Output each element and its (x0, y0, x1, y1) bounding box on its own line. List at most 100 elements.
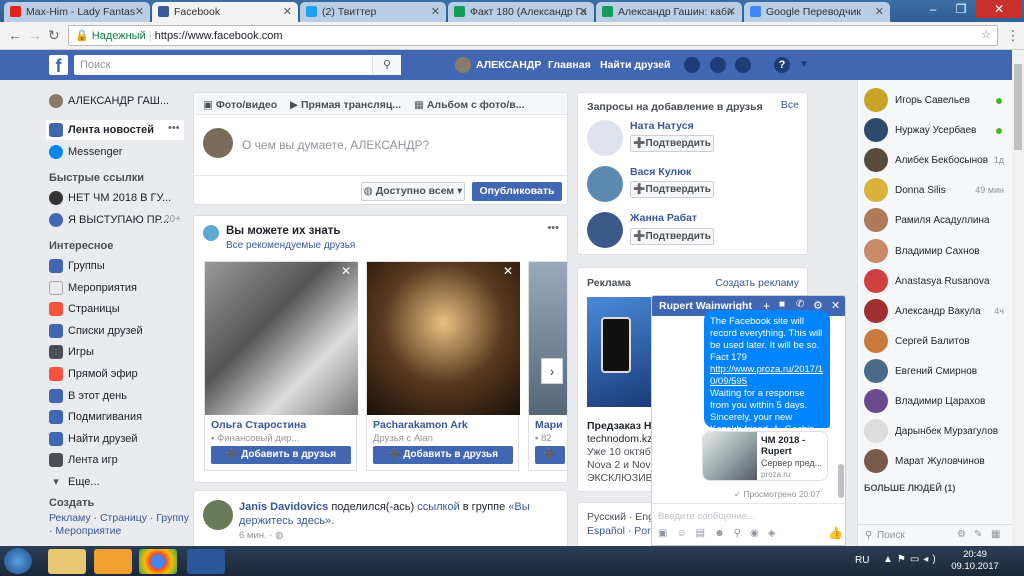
clock[interactable]: 20:49 09.10.2017 (940, 549, 1010, 573)
help-icon[interactable]: ? (774, 57, 790, 73)
chat-search-input[interactable]: Поиск (877, 530, 905, 541)
header-user-name[interactable]: АЛЕКСАНДР (476, 59, 541, 71)
sidebar-item-quick-link[interactable]: НЕТ ЧМ 2018 В ГУ... (49, 191, 171, 205)
browser-tab-active[interactable]: Facebook ✕ (152, 2, 298, 22)
image-icon[interactable]: ▣ (658, 528, 676, 539)
close-icon[interactable]: ✕ (135, 5, 144, 18)
emoji-icon[interactable]: ☻ (714, 528, 734, 539)
ad-image[interactable] (587, 297, 655, 407)
browser-tab[interactable]: Max-Him - Lady Fantas ✕ (4, 2, 150, 22)
menu-icon[interactable]: ⋮ (1006, 27, 1020, 44)
contact-row[interactable]: Марат Жуловчинов (864, 449, 1004, 479)
left-profile-link[interactable]: АЛЕКСАНДР ГАШ... (49, 94, 169, 108)
video-call-icon[interactable]: ■ (779, 299, 785, 310)
person-name[interactable]: Pacharakamon Ark (373, 419, 468, 431)
language-indicator[interactable]: RU (855, 555, 869, 566)
tab-album[interactable]: ▦ Альбом с фото/в... (414, 99, 525, 111)
sidebar-item-interesting[interactable]: Прямой эфир (49, 367, 138, 381)
chat-message-link[interactable]: http://www.proza.ru/2017/10/09/595 (710, 364, 823, 387)
add-friend-button[interactable]: ➕ Добавить в друзья (373, 446, 513, 464)
forward-icon[interactable]: → (28, 27, 42, 43)
browser-tab[interactable]: Google Переводчик ✕ (744, 2, 890, 22)
tab-live[interactable]: ▶ Прямая трансляц... (290, 99, 401, 111)
create-links[interactable]: Рекламу · Страницу · Группу · Мероприяти… (49, 512, 189, 538)
contact-row[interactable]: Владимир Сахнов (864, 238, 1004, 269)
close-icon[interactable]: ✕ (431, 5, 440, 18)
composer-input[interactable]: О чем вы думаете, АЛЕКСАНДР? (242, 138, 429, 152)
contact-row[interactable]: Donna Silis 49 мин (864, 178, 1004, 208)
game-icon[interactable]: ◈ (768, 528, 785, 539)
avatar[interactable] (203, 500, 233, 530)
contact-row[interactable]: Алибек Бекбосынов 1д (864, 148, 1004, 178)
header-find-friends-link[interactable]: Найти друзей (600, 59, 670, 71)
start-button-icon[interactable] (4, 548, 32, 574)
requests-see-all[interactable]: Все (781, 99, 799, 111)
gif-icon[interactable]: ▤ (696, 528, 714, 539)
header-home-link[interactable]: Главная (548, 59, 591, 71)
publish-button[interactable]: Опубликовать (472, 182, 562, 201)
chrome-icon[interactable] (139, 549, 177, 574)
back-icon[interactable]: ← (8, 27, 22, 43)
close-icon[interactable]: ✕ (831, 299, 840, 312)
link-preview[interactable]: ЧМ 2018 - Rupert Сервер пред... proza.ru (702, 431, 828, 481)
sidebar-item-interesting[interactable]: Найти друзей (49, 431, 138, 446)
close-icon[interactable]: ✕ (341, 264, 351, 278)
contact-row[interactable]: Сергей Балитов (864, 328, 1004, 359)
explorer-icon[interactable] (48, 549, 86, 574)
window-close-icon[interactable]: ✕ (976, 0, 1022, 18)
camera-icon[interactable]: ◉ (750, 528, 768, 539)
sidebar-item-interesting[interactable]: Мероприятия (49, 280, 137, 295)
compose-icon[interactable]: ✎ (974, 529, 982, 540)
tab-photo-video[interactable]: ▣ Фото/видео (203, 99, 277, 111)
request-name[interactable]: Ната Натуся (630, 120, 694, 132)
close-icon[interactable]: ✕ (875, 5, 884, 18)
sidebar-item-interesting[interactable]: Группы (49, 259, 105, 273)
reload-icon[interactable]: ↻ (48, 27, 60, 44)
close-icon[interactable]: ✕ (727, 5, 736, 18)
chevron-right-icon[interactable]: › (541, 358, 563, 384)
post-link[interactable]: ссылкой (417, 501, 460, 513)
person-name[interactable]: Ольга Старостина (211, 419, 306, 431)
messages-icon[interactable] (710, 57, 726, 73)
search-input[interactable]: Поиск (74, 55, 401, 75)
gear-icon[interactable]: ⚙ (957, 529, 966, 540)
post-time[interactable]: 6 мин. · ◍ (239, 530, 283, 541)
create-ad-link[interactable]: Создать рекламу (715, 277, 799, 289)
sidebar-item-quick-link[interactable]: Я ВЫСТУПАЮ ПР... (49, 213, 169, 227)
add-friend-button[interactable]: ➕ Добавить в друзья (211, 446, 351, 464)
chat-scrollbar[interactable] (838, 464, 844, 498)
person-photo[interactable] (367, 262, 520, 415)
browser-tab[interactable]: Факт 180 (Александр Га ✕ (448, 2, 594, 22)
chat-message-input[interactable]: Введите сообщение... (658, 511, 755, 522)
sidebar-item-interesting[interactable]: Игры (49, 345, 94, 360)
scrollbar-thumb[interactable] (1014, 64, 1022, 150)
sidebar-item-messenger[interactable]: Messenger (49, 145, 122, 159)
media-player-icon[interactable] (94, 549, 132, 574)
contact-row[interactable]: Нуржау Усербаев (864, 118, 1004, 148)
contact-row[interactable]: Дарынбек Мурзагулов (864, 419, 1004, 449)
group-chat-icon[interactable]: ▦ (991, 529, 1000, 540)
contact-row[interactable]: Anastasya Rusanova (864, 268, 1004, 299)
facebook-logo-icon[interactable]: f (49, 55, 68, 76)
confirm-button[interactable]: ➕Подтвердить (630, 228, 714, 245)
more-icon[interactable]: ••• (547, 222, 559, 234)
notifications-icon[interactable] (735, 57, 751, 73)
phone-icon[interactable]: ✆ (796, 299, 804, 310)
contact-row[interactable]: Рамиля Асадуллина (864, 208, 1004, 238)
pymk-see-all[interactable]: Все рекомендуемые друзья (226, 240, 355, 251)
avatar[interactable] (455, 57, 471, 73)
maximize-icon[interactable]: ❐ (948, 0, 974, 18)
browser-tab[interactable]: (2) Твиттер ✕ (300, 2, 446, 22)
sidebar-item-interesting[interactable]: Списки друзей (49, 323, 143, 338)
person-photo[interactable] (529, 262, 567, 415)
close-icon[interactable]: ✕ (579, 5, 588, 18)
chevron-down-icon[interactable]: ▼ (799, 59, 809, 70)
contact-row[interactable]: Александр Вакула 4ч (864, 298, 1004, 329)
word-icon[interactable] (187, 549, 225, 574)
friend-requests-icon[interactable] (684, 57, 700, 73)
request-name[interactable]: Жанна Рабат (630, 212, 697, 224)
contact-row[interactable]: Владимир Царахов (864, 389, 1004, 419)
post-author[interactable]: Janis Davidovics (239, 501, 328, 513)
confirm-button[interactable]: ➕Подтвердить (630, 135, 714, 152)
page-scrollbar[interactable] (1012, 50, 1024, 546)
